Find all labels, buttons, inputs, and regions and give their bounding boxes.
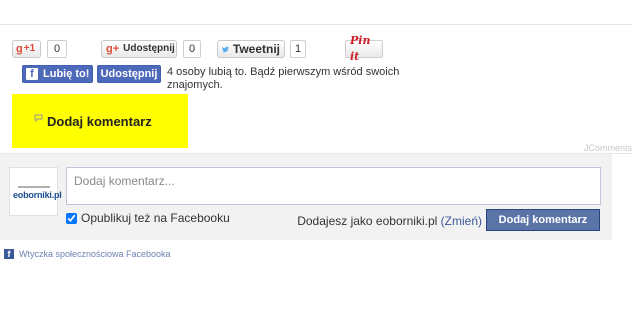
google-plus-one-button[interactable]: g +1	[12, 40, 41, 58]
publish-to-facebook[interactable]: Opublikuj też na Facebooku	[66, 211, 230, 225]
tweet-count: 1	[290, 40, 306, 58]
facebook-social-text: 4 osoby lubią to. Bądź pierwszym wśród s…	[167, 66, 400, 91]
facebook-like-label: Lubię to!	[43, 68, 90, 80]
google-share-count: 0	[183, 40, 201, 58]
top-divider	[0, 24, 632, 25]
pinterest-label: Pin it	[350, 34, 371, 63]
comment-bubble-icon	[34, 114, 43, 122]
submit-comment-button[interactable]: Dodaj komentarz	[486, 209, 600, 231]
google-plus-icon: g+	[106, 43, 120, 55]
posting-as-prefix: Dodajesz jako eoborniki.pl	[297, 214, 438, 228]
avatar: eoborniki.pl	[9, 167, 62, 216]
change-account-link[interactable]: (Zmień)	[441, 214, 482, 228]
facebook-share-button[interactable]: Udostępnij	[97, 65, 161, 83]
google-share-label: Udostępnij	[123, 43, 175, 54]
facebook-plugin-footer[interactable]: f Wtyczka społecznościowa Facebooka	[4, 249, 171, 259]
google-plus-one-label: +1	[23, 43, 36, 54]
add-comment-label: Dodaj komentarz	[47, 114, 152, 129]
google-plus-g-label: g	[16, 43, 23, 55]
posting-as-text: Dodajesz jako eoborniki.pl (Zmień)	[297, 214, 482, 228]
add-comment-toggle[interactable]: Dodaj komentarz	[12, 94, 188, 148]
tweet-button[interactable]: Tweetnij	[217, 40, 285, 58]
tweet-label: Tweetnij	[232, 42, 280, 56]
facebook-icon: f	[4, 249, 14, 259]
avatar-logo: eoborniki.pl	[13, 190, 62, 200]
avatar-tagline-bar	[18, 186, 50, 188]
google-plus-one-count: 0	[47, 40, 67, 58]
facebook-f-icon: f	[26, 68, 38, 80]
publish-to-facebook-label: Opublikuj też na Facebooku	[81, 211, 230, 225]
google-share-button[interactable]: g+ Udostępnij	[101, 40, 177, 58]
facebook-comments-plugin: eoborniki.pl Opublikuj też na Facebooku …	[0, 154, 612, 240]
facebook-like-button[interactable]: f Lubię to!	[22, 65, 93, 83]
twitter-bird-icon	[222, 46, 229, 52]
pinterest-button[interactable]: Pin it	[345, 34, 383, 63]
publish-to-facebook-checkbox[interactable]	[66, 212, 77, 224]
comment-input[interactable]	[66, 167, 601, 205]
jcomments-credit: JComments	[583, 143, 632, 153]
facebook-plugin-label: Wtyczka społecznościowa Facebooka	[19, 249, 171, 259]
